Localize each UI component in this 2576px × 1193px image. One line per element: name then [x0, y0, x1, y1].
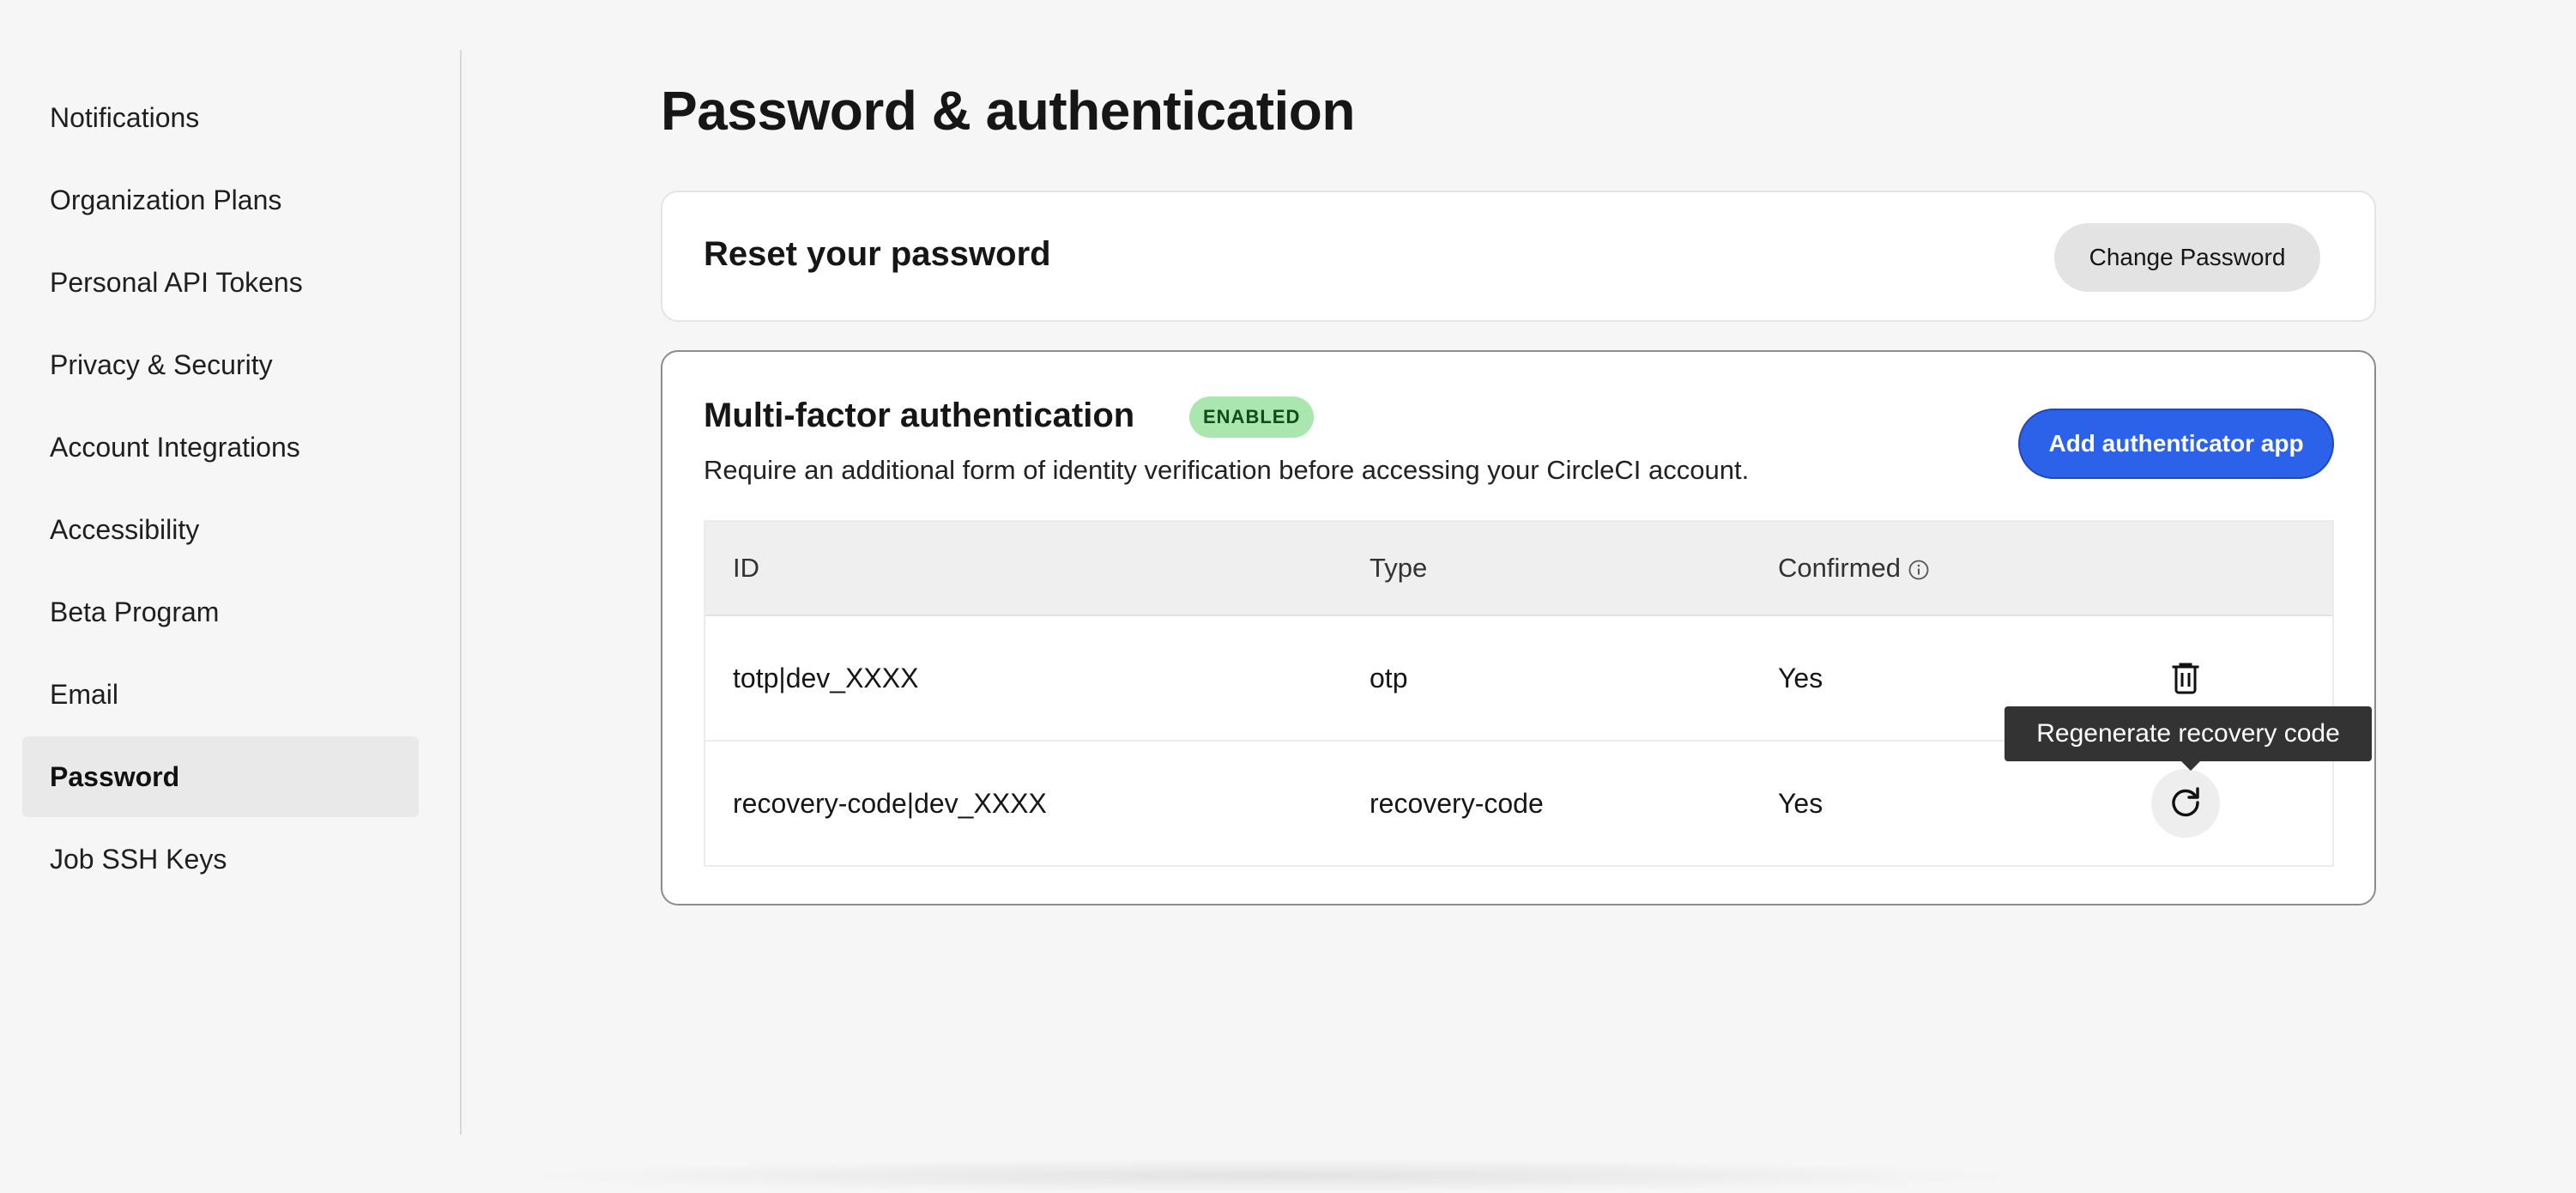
sidebar-item-password[interactable]: Password	[22, 736, 419, 817]
info-icon[interactable]	[1908, 557, 1930, 580]
row-confirmed: Yes	[1778, 662, 1823, 693]
sidebar-item-account-integrations[interactable]: Account Integrations	[22, 407, 419, 487]
table-header: ID Type Confirmed	[705, 522, 2332, 616]
sidebar-item-privacy-security[interactable]: Privacy & Security	[22, 324, 419, 405]
change-password-button[interactable]: Change Password	[2054, 223, 2320, 292]
column-header-confirmed: Confirmed	[1778, 522, 1930, 615]
regenerate-recovery-code-button[interactable]	[2151, 769, 2220, 838]
sidebar-item-accessibility[interactable]: Accessibility	[22, 489, 419, 570]
tooltip-arrow	[2180, 760, 2201, 771]
column-header-confirmed-label: Confirmed	[1778, 553, 1901, 583]
row-type: otp	[1370, 662, 1408, 693]
sidebar-item-email[interactable]: Email	[22, 654, 419, 735]
bottom-shadow	[498, 1159, 2042, 1193]
sidebar-item-personal-api-tokens[interactable]: Personal API Tokens	[22, 242, 419, 323]
mfa-methods-table: ID Type Confirmed totp|dev_XXXX otp Yes	[704, 520, 2334, 867]
row-id: recovery-code|dev_XXXX	[733, 787, 1047, 819]
sidebar-item-notifications[interactable]: Notifications	[22, 77, 419, 158]
add-authenticator-app-button[interactable]: Add authenticator app	[2018, 409, 2334, 479]
delete-button[interactable]	[2151, 644, 2220, 712]
mfa-card: Multi-factor authentication ENABLED Requ…	[661, 350, 2376, 905]
reset-password-title: Reset your password	[704, 235, 1051, 273]
column-header-id: ID	[733, 553, 759, 583]
refresh-icon	[2167, 784, 2204, 824]
page-title: Password & authentication	[661, 80, 1355, 142]
sidebar-item-organization-plans[interactable]: Organization Plans	[22, 160, 419, 240]
mfa-title: Multi-factor authentication	[704, 397, 1135, 434]
sidebar-item-job-ssh-keys[interactable]: Job SSH Keys	[22, 819, 419, 899]
reset-password-card: Reset your password Change Password	[661, 191, 2376, 322]
status-badge: ENABLED	[1189, 397, 1315, 438]
trash-icon	[2168, 659, 2203, 698]
settings-sidebar: Notifications Organization Plans Persona…	[0, 0, 461, 1133]
row-confirmed: Yes	[1778, 787, 1823, 819]
column-header-type: Type	[1370, 553, 1428, 583]
row-type: recovery-code	[1370, 787, 1544, 819]
row-id: totp|dev_XXXX	[733, 662, 919, 693]
mfa-description: Require an additional form of identity v…	[704, 455, 1750, 485]
sidebar-divider	[460, 50, 462, 1135]
tooltip: Regenerate recovery code	[2005, 706, 2372, 761]
sidebar-item-beta-program[interactable]: Beta Program	[22, 572, 419, 652]
